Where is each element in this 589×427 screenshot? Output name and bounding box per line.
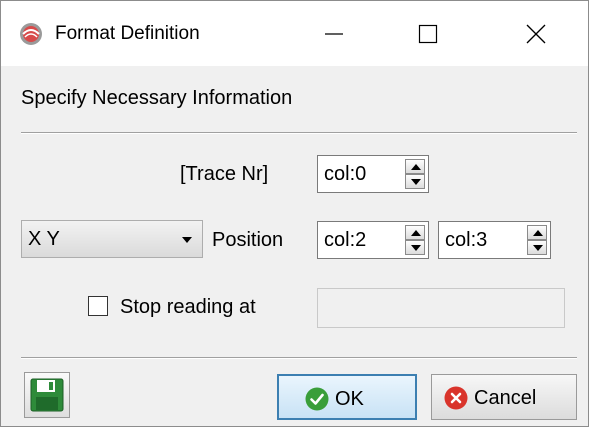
title-bar[interactable]: Format Definition: [1, 1, 588, 66]
dropdown-arrow-icon: [182, 237, 192, 243]
chevron-down-icon: [411, 245, 421, 251]
ok-button[interactable]: OK: [277, 374, 417, 420]
minimize-button[interactable]: [309, 11, 359, 57]
trace-nr-label: [Trace Nr]: [180, 163, 269, 185]
spinner-buttons: [405, 225, 425, 255]
close-button[interactable]: [511, 11, 561, 57]
cancel-button[interactable]: Cancel: [431, 374, 577, 420]
minimize-icon: [325, 33, 343, 35]
cancel-label: Cancel: [474, 387, 537, 409]
position-x-value[interactable]: col:2: [324, 227, 366, 253]
window-title: Format Definition: [55, 23, 200, 44]
dialog-header: Specify Necessary Information: [21, 87, 293, 109]
check-icon: [305, 387, 329, 411]
chevron-up-icon: [533, 230, 543, 236]
stop-reading-field[interactable]: [317, 288, 565, 328]
spin-down-button[interactable]: [405, 240, 425, 255]
stop-reading-label[interactable]: Stop reading at: [120, 294, 256, 320]
save-button[interactable]: [24, 372, 70, 418]
position-y-spinner[interactable]: col:3: [438, 221, 551, 259]
position-type-value: X Y: [28, 228, 60, 250]
spinner-buttons: [405, 159, 425, 189]
spin-up-button[interactable]: [405, 159, 425, 174]
x-circle-icon: [444, 386, 468, 410]
chevron-down-icon: [533, 245, 543, 251]
trace-nr-value[interactable]: col:0: [324, 161, 366, 187]
position-label: Position: [212, 229, 284, 251]
chevron-up-icon: [411, 230, 421, 236]
footer-separator: [21, 357, 577, 359]
floppy-disk-icon: [30, 378, 64, 412]
position-type-select[interactable]: X Y: [21, 220, 203, 258]
header-separator: [21, 132, 577, 134]
app-icon: [20, 23, 42, 45]
spin-down-button[interactable]: [527, 240, 547, 255]
close-icon: [526, 24, 546, 44]
spin-up-button[interactable]: [405, 225, 425, 240]
spin-down-button[interactable]: [405, 174, 425, 189]
maximize-icon: [418, 24, 438, 44]
spin-up-button[interactable]: [527, 225, 547, 240]
trace-nr-spinner[interactable]: col:0: [317, 155, 429, 193]
chevron-down-icon: [411, 179, 421, 185]
ok-label: OK: [335, 388, 364, 410]
chevron-up-icon: [411, 164, 421, 170]
position-y-value[interactable]: col:3: [445, 227, 487, 253]
spinner-buttons: [527, 225, 547, 255]
stop-reading-checkbox[interactable]: [88, 296, 108, 316]
format-definition-dialog: Format Definition Specify Necessary Info…: [0, 0, 589, 427]
position-x-spinner[interactable]: col:2: [317, 221, 429, 259]
maximize-button[interactable]: [403, 11, 453, 57]
